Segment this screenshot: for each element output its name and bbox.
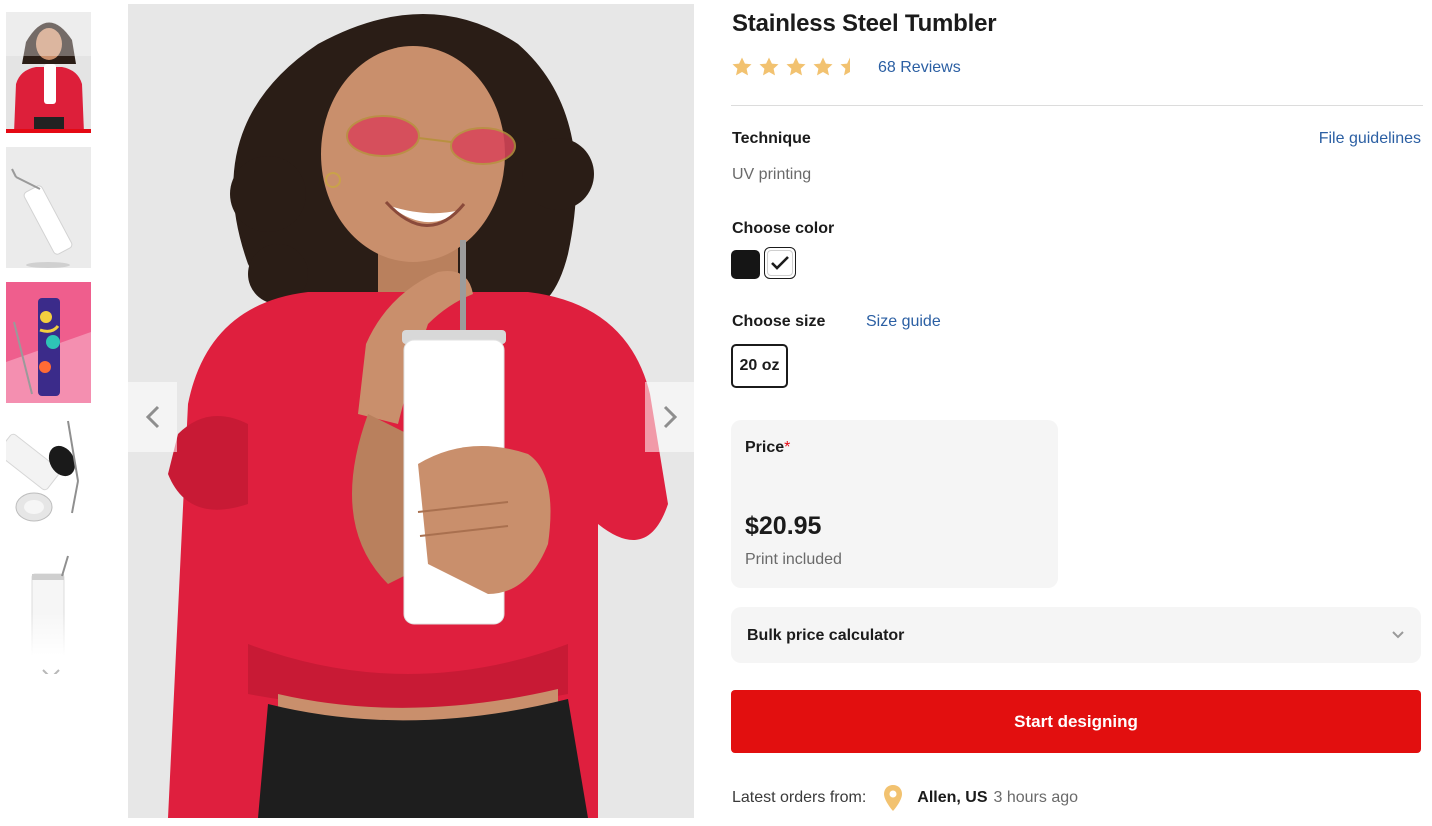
choose-size-label: Choose size bbox=[732, 313, 826, 330]
choose-color-label: Choose color bbox=[732, 220, 835, 237]
divider bbox=[731, 105, 1423, 106]
chevron-right-icon bbox=[663, 405, 677, 429]
price-note: Print included bbox=[745, 551, 842, 568]
size-option-20oz[interactable]: 20 oz bbox=[731, 344, 788, 388]
color-swatch-black[interactable] bbox=[731, 250, 760, 279]
thumbnail-tall-tumbler-image bbox=[6, 552, 91, 673]
chevron-down-icon[interactable] bbox=[39, 664, 63, 674]
technique-label: Technique bbox=[732, 130, 811, 147]
required-mark: * bbox=[784, 439, 791, 456]
previous-image-button[interactable] bbox=[128, 382, 177, 452]
order-time: 3 hours ago bbox=[993, 789, 1079, 806]
price-label-text: Price bbox=[745, 439, 785, 456]
bulk-price-label: Bulk price calculator bbox=[747, 627, 905, 644]
start-designing-button[interactable]: Start designing bbox=[731, 690, 1421, 753]
bulk-price-calculator[interactable]: Bulk price calculator bbox=[731, 607, 1421, 663]
thumbnail-3[interactable] bbox=[6, 282, 91, 403]
size-guide-link[interactable]: Size guide bbox=[866, 313, 941, 331]
checkmark-icon bbox=[771, 256, 789, 270]
price-label: Price* bbox=[745, 439, 790, 457]
thumbnail-model-image bbox=[6, 12, 91, 133]
product-title: Stainless Steel Tumbler bbox=[732, 10, 997, 37]
main-product-image bbox=[128, 4, 694, 818]
thumbnail-1[interactable] bbox=[6, 12, 91, 133]
file-guidelines-link[interactable]: File guidelines bbox=[1319, 130, 1421, 148]
product-info-panel: Stainless Steel Tumbler 68 Reviews Techn… bbox=[731, 0, 1423, 826]
chevron-left-icon bbox=[145, 405, 159, 429]
chevron-down-icon bbox=[1392, 631, 1404, 639]
thumbnail-4[interactable] bbox=[6, 417, 91, 538]
next-image-button[interactable] bbox=[645, 382, 694, 452]
price-box: Price* $20.95 Print included bbox=[731, 420, 1058, 588]
color-swatch-white[interactable] bbox=[764, 247, 796, 279]
thumbnail-5[interactable] bbox=[6, 552, 91, 673]
latest-orders: Latest orders from: Allen, US 3 hours ag… bbox=[732, 784, 1078, 812]
thumbnail-rail bbox=[6, 12, 92, 674]
thumbnail-tumbler-image bbox=[6, 147, 91, 268]
order-location: Allen, US bbox=[917, 789, 988, 806]
star-rating bbox=[731, 56, 861, 78]
price-value: $20.95 bbox=[745, 512, 822, 540]
technique-value: UV printing bbox=[732, 166, 812, 183]
reviews-link[interactable]: 68 Reviews bbox=[878, 59, 961, 77]
thumbnail-colorful-tumbler-image bbox=[6, 282, 91, 403]
star-icon bbox=[813, 57, 833, 76]
star-icon bbox=[786, 57, 806, 76]
thumbnail-2[interactable] bbox=[6, 147, 91, 268]
star-icon bbox=[840, 57, 860, 76]
location-pin-icon bbox=[884, 785, 903, 811]
star-icon bbox=[759, 57, 779, 76]
model-with-tumbler-image bbox=[128, 4, 694, 818]
latest-orders-label: Latest orders from: bbox=[732, 789, 867, 806]
star-icon bbox=[732, 57, 752, 76]
thumbnail-lid-image bbox=[6, 417, 91, 538]
